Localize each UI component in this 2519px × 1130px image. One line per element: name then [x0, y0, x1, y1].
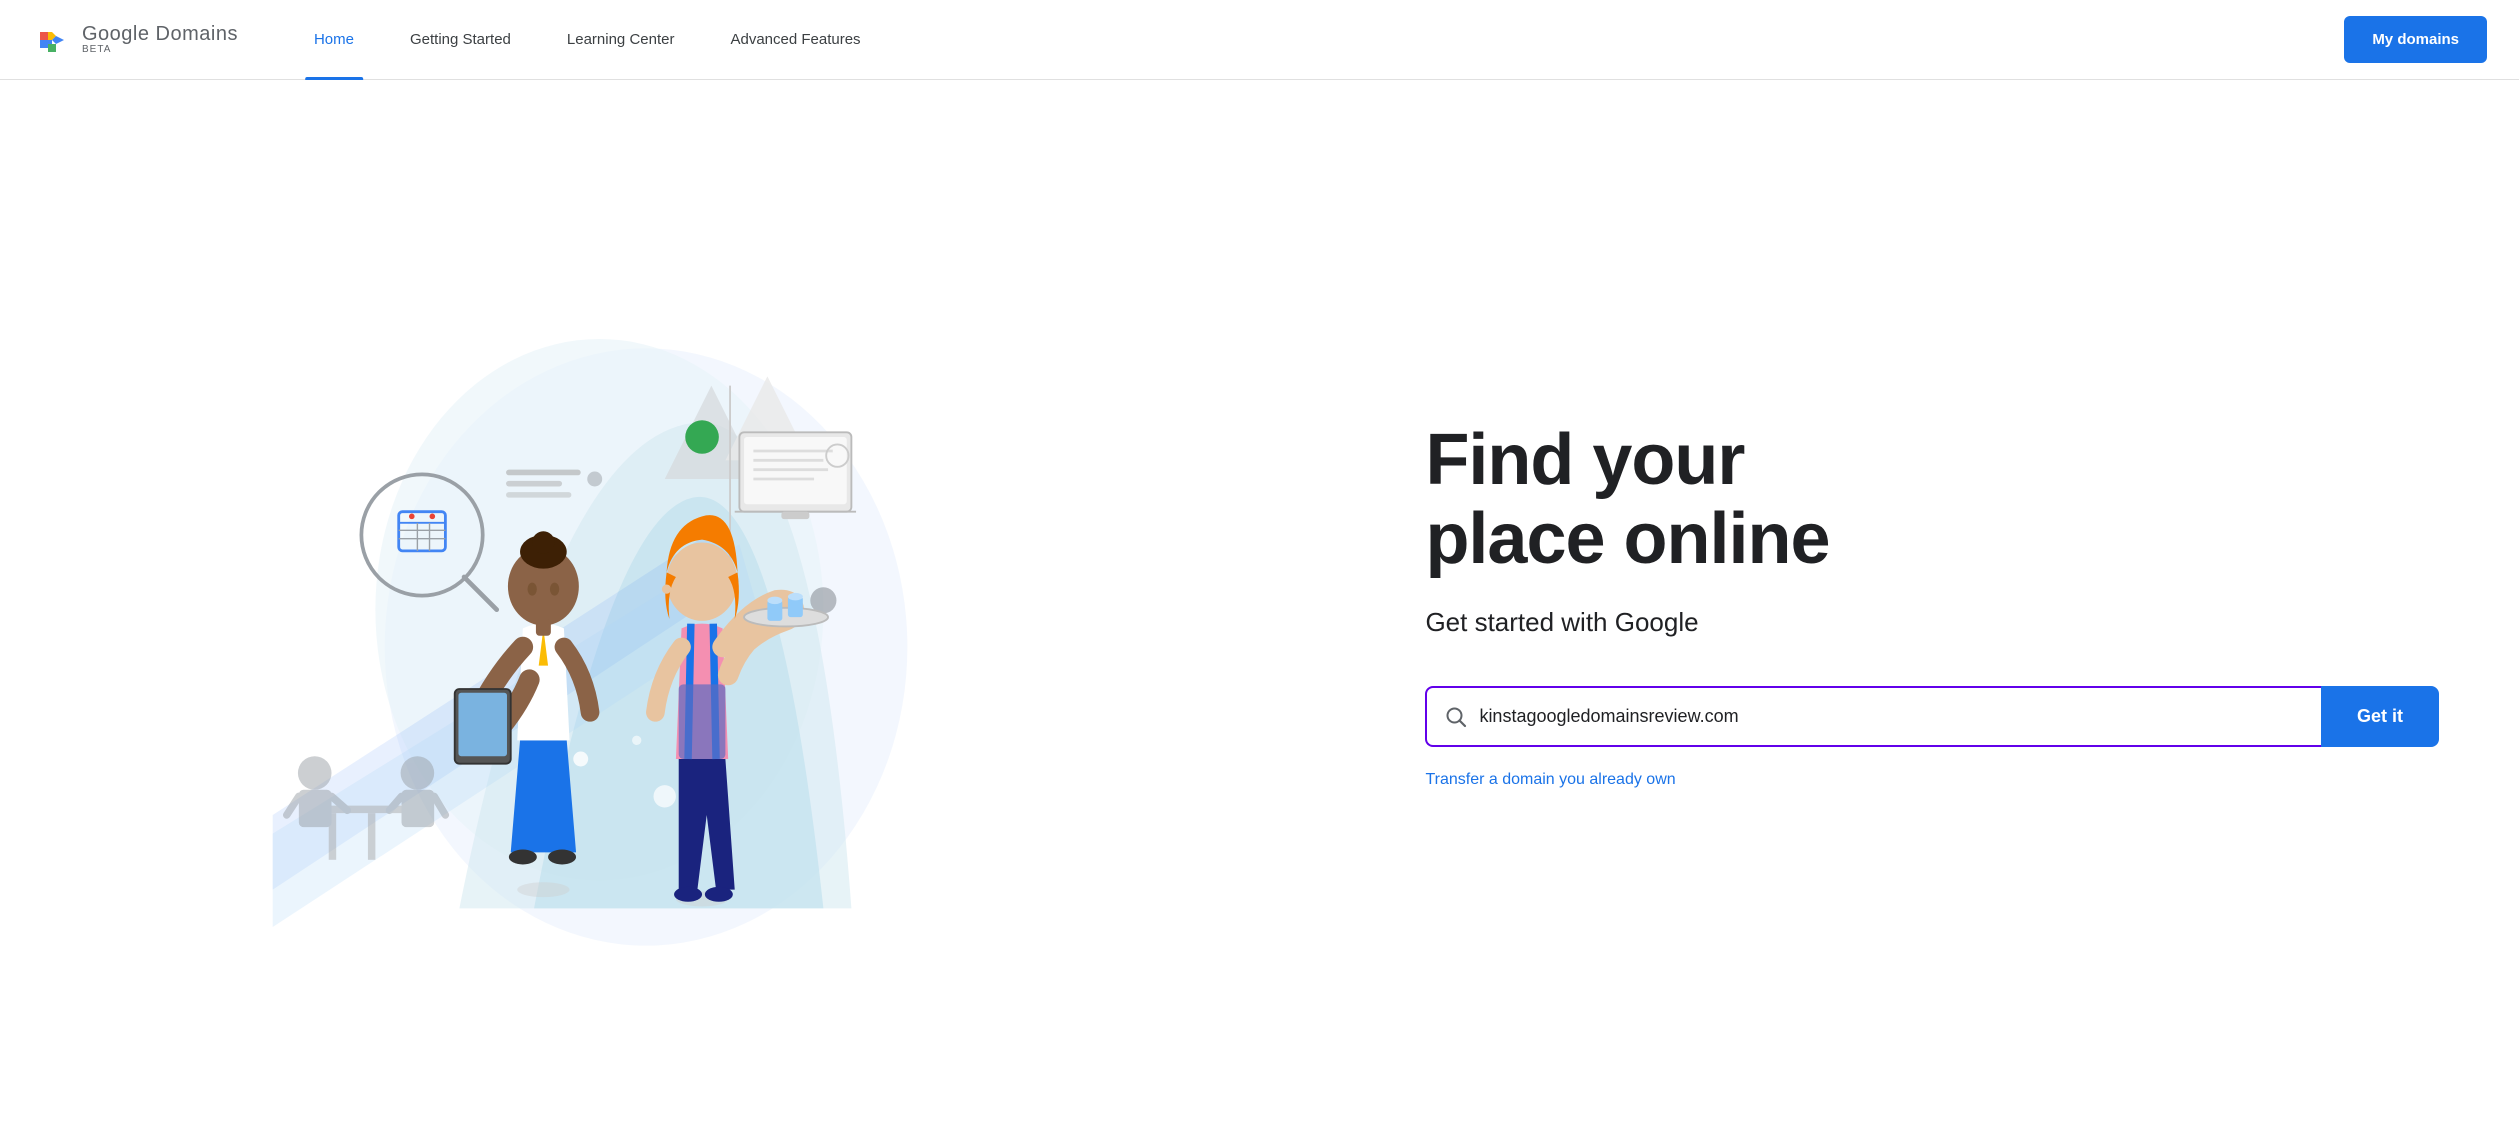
nav-getting-started[interactable]: Getting Started [382, 0, 539, 80]
hero-illustration [0, 255, 1385, 955]
right-content: Find your place online Get started with … [1385, 361, 2519, 849]
hero-title: Find your place online [1425, 421, 2439, 579]
nav-learning-center[interactable]: Learning Center [539, 0, 703, 80]
main-content: Find your place online Get started with … [0, 80, 2519, 1130]
hero-title-line2: place online [1425, 499, 1829, 579]
hero-subtitle: Get started with Google [1425, 607, 2439, 638]
nav-home[interactable]: Home [286, 0, 382, 80]
hero-title-line1: Find your [1425, 420, 1744, 500]
search-icon [1445, 706, 1467, 728]
search-row: Get it [1425, 686, 2439, 747]
search-box [1425, 686, 2321, 747]
logo-beta: BETA [82, 45, 238, 55]
logo-name: Google Domains [82, 24, 238, 44]
transfer-domain-link[interactable]: Transfer a domain you already own [1425, 771, 2439, 789]
illustration-area [0, 255, 1385, 955]
google-logo-icon [32, 20, 72, 60]
my-domains-button[interactable]: My domains [2344, 16, 2487, 64]
navbar: Google Domains BETA Home Getting Started… [0, 0, 2519, 80]
get-it-button[interactable]: Get it [2321, 686, 2439, 747]
logo-area[interactable]: Google Domains BETA [32, 20, 238, 60]
nav-links: Home Getting Started Learning Center Adv… [286, 0, 1315, 80]
nav-advanced-features[interactable]: Advanced Features [702, 0, 888, 80]
domain-search-input[interactable] [1479, 688, 2303, 745]
logo-text: Google Domains BETA [82, 24, 238, 55]
